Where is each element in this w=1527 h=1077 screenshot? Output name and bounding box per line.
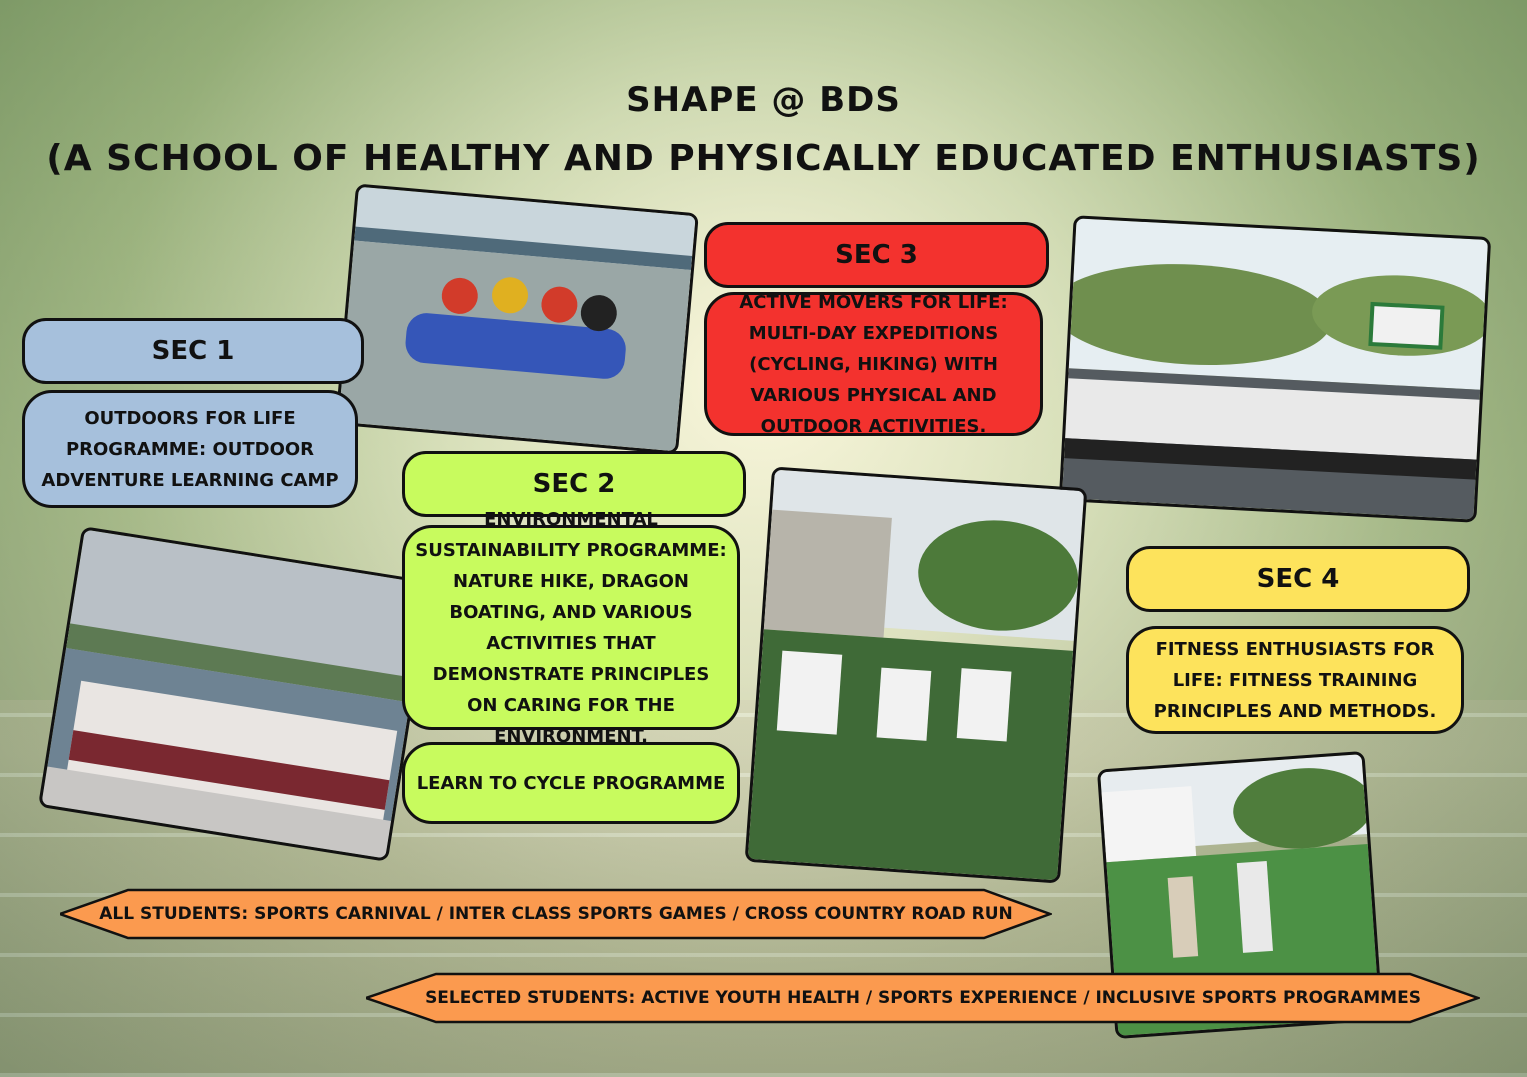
assembly-photo (1058, 215, 1492, 523)
dragon-boat-photo (37, 526, 433, 862)
page-subtitle: (A SCHOOL OF HEALTHY AND PHYSICALLY EDUC… (46, 138, 1481, 179)
sec1-description: OUTDOORS FOR LIFE PROGRAMME: OUTDOOR ADV… (22, 390, 358, 508)
all-students-banner: ALL STUDENTS: SPORTS CARNIVAL / INTER CL… (60, 888, 1052, 940)
sec3-label: SEC 3 (704, 222, 1049, 288)
sec2-cycling-programme: LEARN TO CYCLE PROGRAMME (402, 742, 740, 824)
all-students-text: ALL STUDENTS: SPORTS CARNIVAL / INTER CL… (99, 904, 1013, 924)
sec1-label: SEC 1 (22, 318, 364, 384)
sec4-label: SEC 4 (1126, 546, 1470, 612)
selected-students-text: SELECTED STUDENTS: ACTIVE YOUTH HEALTH /… (425, 988, 1421, 1008)
page-title: SHAPE @ BDS (626, 80, 901, 120)
cycling-photo (744, 466, 1088, 884)
sec3-description: ACTIVE MOVERS FOR LIFE: MULTI-DAY EXPEDI… (704, 292, 1043, 437)
sec4-description: FITNESS ENTHUSIASTS FOR LIFE: FITNESS TR… (1126, 626, 1464, 734)
selected-students-banner: SELECTED STUDENTS: ACTIVE YOUTH HEALTH /… (366, 972, 1480, 1024)
rafting-photo (335, 183, 699, 455)
sec2-description: ENVIRONMENTAL SUSTAINABILITY PROGRAMME: … (402, 509, 740, 747)
